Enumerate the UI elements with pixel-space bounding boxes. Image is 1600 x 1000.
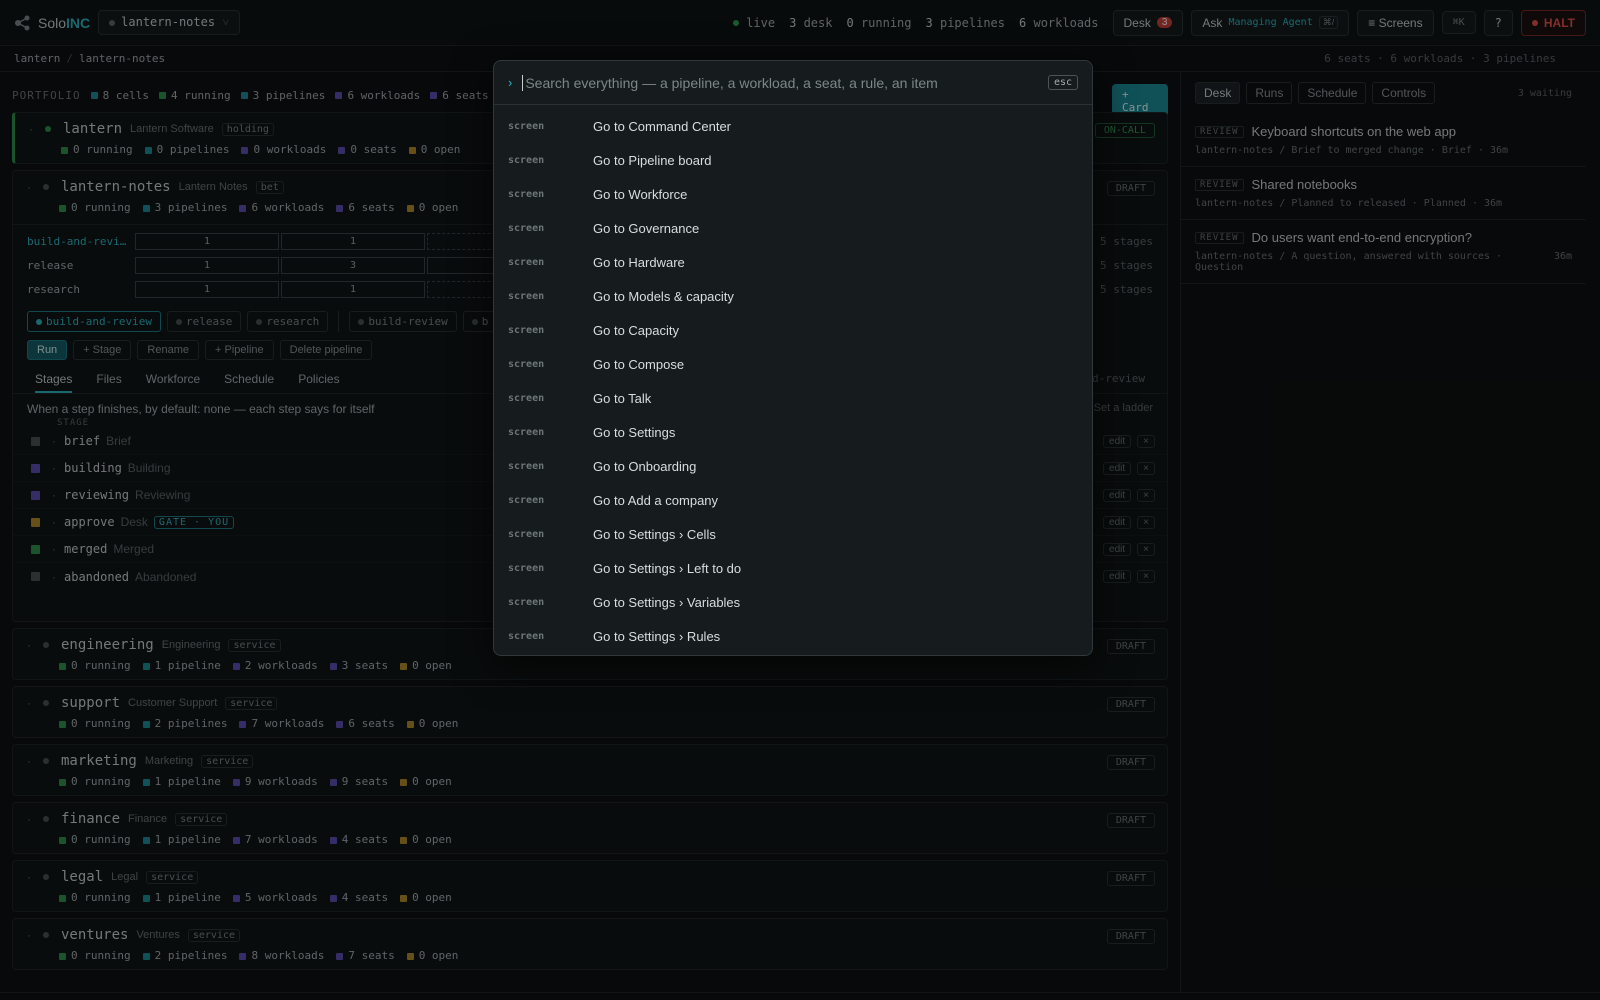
- prompt-chevron-icon: ›: [508, 75, 513, 90]
- palette-result[interactable]: screen Go to Workforce: [494, 177, 1092, 211]
- palette-result[interactable]: screen Go to Settings: [494, 415, 1092, 449]
- palette-result[interactable]: screen Go to Models & capacity: [494, 279, 1092, 313]
- result-label: Go to Pipeline board: [593, 152, 712, 168]
- palette-result[interactable]: screen Go to Settings › Left to do: [494, 551, 1092, 585]
- result-kind: screen: [508, 222, 545, 234]
- palette-result[interactable]: screen Go to Pipeline board: [494, 143, 1092, 177]
- result-label: Go to Settings › Rules: [593, 628, 721, 644]
- palette-results: screen Go to Command Center screen Go to P…: [494, 105, 1092, 653]
- result-label: Go to Add a company: [593, 492, 719, 508]
- result-kind: screen: [508, 324, 545, 336]
- palette-result[interactable]: screen Go to Governance: [494, 211, 1092, 245]
- result-label: Go to Command Center: [593, 118, 732, 134]
- palette-result[interactable]: screen Go to Settings › Cells: [494, 517, 1092, 551]
- result-label: Go to Workforce: [593, 186, 688, 202]
- result-kind: screen: [508, 426, 545, 438]
- palette-result[interactable]: screen Go to Capacity: [494, 313, 1092, 347]
- result-label: Go to Settings › Variables: [593, 594, 741, 610]
- palette-search-row: › esc: [494, 61, 1092, 105]
- result-kind: screen: [508, 562, 545, 574]
- result-label: Go to Onboarding: [593, 458, 697, 474]
- result-kind: screen: [508, 392, 545, 404]
- palette-result[interactable]: screen Go to Compose: [494, 347, 1092, 381]
- result-label: Go to Talk: [593, 390, 652, 406]
- palette-result[interactable]: screen Go to Command Center: [494, 109, 1092, 143]
- result-kind: screen: [508, 120, 545, 132]
- palette-result[interactable]: screen Go to Onboarding: [494, 449, 1092, 483]
- result-kind: screen: [508, 358, 545, 370]
- result-label: Go to Hardware: [593, 254, 685, 270]
- command-palette: › esc screen Go to Command Center screen G…: [493, 60, 1093, 656]
- result-kind: screen: [508, 630, 545, 642]
- result-label: Go to Governance: [593, 220, 700, 236]
- result-label: Go to Settings: [593, 424, 676, 440]
- result-kind: screen: [508, 188, 545, 200]
- palette-result[interactable]: screen Go to Talk: [494, 381, 1092, 415]
- result-kind: screen: [508, 528, 545, 540]
- result-kind: screen: [508, 596, 545, 608]
- palette-result[interactable]: screen Go to Settings › Rules: [494, 619, 1092, 653]
- result-kind: screen: [508, 290, 545, 302]
- result-label: Go to Models & capacity: [593, 288, 734, 304]
- result-label: Go to Compose: [593, 356, 685, 372]
- result-kind: screen: [508, 494, 545, 506]
- result-kind: screen: [508, 154, 545, 166]
- result-kind: screen: [508, 460, 545, 472]
- result-label: Go to Settings › Cells: [593, 526, 716, 542]
- result-label: Go to Capacity: [593, 322, 679, 338]
- esc-key-hint[interactable]: esc: [1047, 75, 1078, 90]
- result-label: Go to Settings › Left to do: [593, 560, 742, 576]
- palette-result[interactable]: screen Go to Settings › Variables: [494, 585, 1092, 619]
- result-kind: screen: [508, 256, 545, 268]
- palette-result[interactable]: screen Go to Hardware: [494, 245, 1092, 279]
- palette-result[interactable]: screen Go to Add a company: [494, 483, 1092, 517]
- palette-search-input[interactable]: [522, 74, 1038, 91]
